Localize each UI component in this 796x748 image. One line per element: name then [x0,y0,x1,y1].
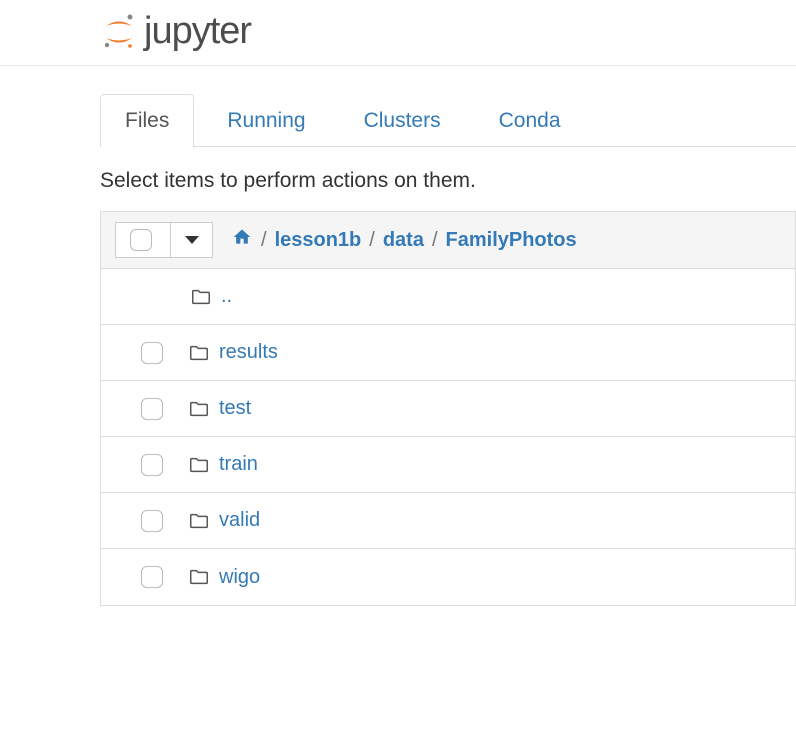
actions-hint: Select items to perform actions on them. [100,169,796,193]
item-name-link[interactable]: wigo [219,566,260,589]
item-checkbox[interactable] [141,566,163,588]
breadcrumb-separator: / [261,229,267,252]
home-icon[interactable] [231,227,253,253]
tab-running[interactable]: Running [202,94,330,147]
brand-name: jupyter [144,10,251,53]
breadcrumb-separator: / [432,229,438,252]
tab-clusters[interactable]: Clusters [339,94,466,147]
file-list-header: / lesson1b / data / FamilyPhotos [101,212,795,269]
main-content: Files Running Clusters Conda Select item… [0,94,796,606]
list-item: train [101,437,795,493]
list-item: valid [101,493,795,549]
breadcrumb-link[interactable]: FamilyPhotos [446,229,577,252]
item-name-link[interactable]: valid [219,509,260,532]
jupyter-logo[interactable]: jupyter [100,10,796,53]
header: jupyter [0,0,796,66]
item-checkbox[interactable] [141,454,163,476]
list-item: wigo [101,549,795,605]
breadcrumb-separator: / [369,229,375,252]
item-checkbox[interactable] [141,510,163,532]
item-name-link[interactable]: results [219,341,278,364]
breadcrumbs: / lesson1b / data / FamilyPhotos [231,227,577,253]
item-checkbox[interactable] [141,398,163,420]
chevron-down-icon [185,236,199,244]
item-name-link[interactable]: test [219,397,251,420]
folder-icon [187,398,211,420]
folder-icon [189,286,213,308]
item-checkbox[interactable] [141,342,163,364]
jupyter-icon [100,13,138,51]
select-all-control [115,222,213,258]
tabs: Files Running Clusters Conda [100,94,796,147]
list-item: results [101,325,795,381]
select-all-checkbox[interactable] [130,229,152,251]
tab-files[interactable]: Files [100,94,194,147]
folder-icon [187,566,211,588]
folder-icon [187,342,211,364]
parent-dir-link[interactable]: .. [221,285,232,308]
list-item: test [101,381,795,437]
parent-dir-row[interactable]: .. [101,269,795,325]
file-list: / lesson1b / data / FamilyPhotos .. [100,211,796,606]
folder-icon [187,510,211,532]
breadcrumb-link[interactable]: lesson1b [275,229,362,252]
tab-conda[interactable]: Conda [474,94,586,147]
item-name-link[interactable]: train [219,453,258,476]
select-dropdown-button[interactable] [170,223,212,257]
folder-icon [187,454,211,476]
breadcrumb-link[interactable]: data [383,229,424,252]
